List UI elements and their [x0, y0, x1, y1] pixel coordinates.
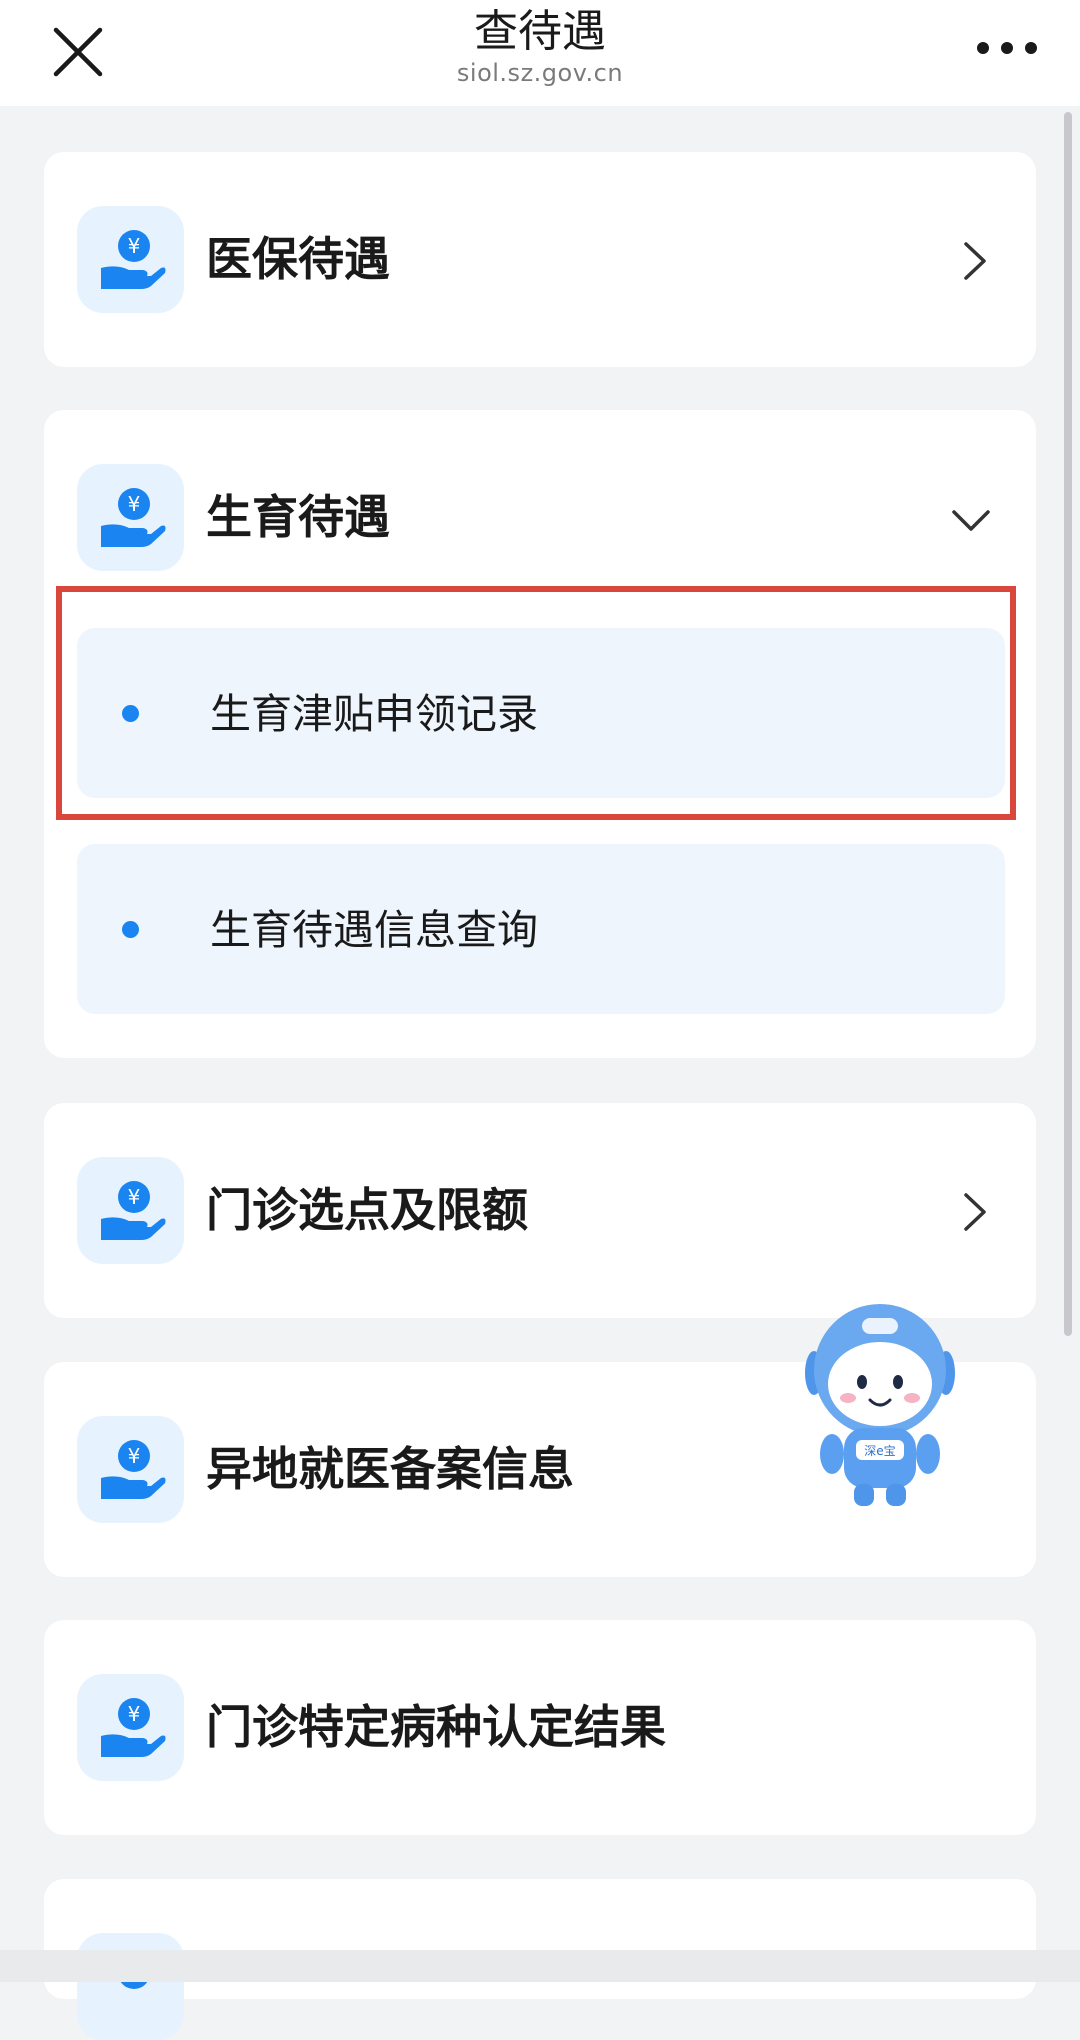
- more-button[interactable]: [972, 28, 1042, 68]
- hand-yuan-icon: ¥: [77, 1157, 184, 1264]
- chevron-right-icon: [952, 236, 996, 286]
- more-icon: [977, 42, 1037, 54]
- hand-yuan-icon: ¥: [77, 464, 184, 571]
- hand-yuan-icon: ¥: [77, 206, 184, 313]
- card-label: 门诊特定病种认定结果: [206, 1700, 666, 1754]
- scrollbar[interactable]: [1064, 112, 1072, 1336]
- card-medical-insurance: ¥ 医保待遇: [44, 152, 1036, 367]
- svg-text:¥: ¥: [128, 1185, 141, 1209]
- bullet-dot: [122, 921, 139, 938]
- card-label: 异地就医备案信息: [206, 1442, 574, 1496]
- card-label: 医保待遇: [206, 232, 390, 286]
- hand-yuan-icon: ¥: [77, 1416, 184, 1523]
- card-outpatient-designation: ¥ 门诊选点及限额: [44, 1103, 1036, 1318]
- page-domain: siol.sz.gov.cn: [456, 59, 624, 87]
- sub-item-maternity-allowance-records[interactable]: 生育津贴申领记录: [77, 628, 1005, 798]
- card-row-outpatient-designation[interactable]: ¥ 门诊选点及限额: [44, 1103, 1036, 1318]
- page-title: 查待遇: [474, 6, 606, 57]
- hand-yuan-icon: ¥: [77, 1674, 184, 1781]
- svg-text:¥: ¥: [128, 492, 141, 516]
- bullet-dot: [122, 705, 139, 722]
- sub-item-label: 生育津贴申领记录: [210, 690, 538, 738]
- card-row-medical-insurance[interactable]: ¥ 医保待遇: [44, 152, 1036, 367]
- card-row-maternity[interactable]: ¥ 生育待遇: [44, 410, 1036, 625]
- svg-text:¥: ¥: [128, 234, 141, 258]
- sub-item-label: 生育待遇信息查询: [210, 906, 538, 954]
- card-label: 生育待遇: [206, 490, 390, 544]
- card-row-outpatient-special-disease[interactable]: ¥ 门诊特定病种认定结果: [44, 1620, 1036, 1835]
- card-maternity: ¥ 生育待遇 生育津贴申领记录 生育待遇信息查询: [44, 410, 1036, 1058]
- svg-text:¥: ¥: [128, 1444, 141, 1468]
- mascot-badge: 深e宝: [864, 1444, 895, 1458]
- card-label: 门诊选点及限额: [206, 1183, 528, 1237]
- svg-text:¥: ¥: [128, 1702, 141, 1726]
- chevron-right-icon: [952, 1187, 996, 1237]
- chevron-down-icon: [946, 498, 996, 542]
- mascot-robot-icon[interactable]: 深e宝: [804, 1288, 956, 1510]
- card-outpatient-special-disease: ¥ 门诊特定病种认定结果: [44, 1620, 1036, 1835]
- bottom-strip: [0, 1950, 1080, 1982]
- sub-item-maternity-info-query[interactable]: 生育待遇信息查询: [77, 844, 1005, 1014]
- top-nav-bar: 查待遇 siol.sz.gov.cn: [0, 0, 1080, 106]
